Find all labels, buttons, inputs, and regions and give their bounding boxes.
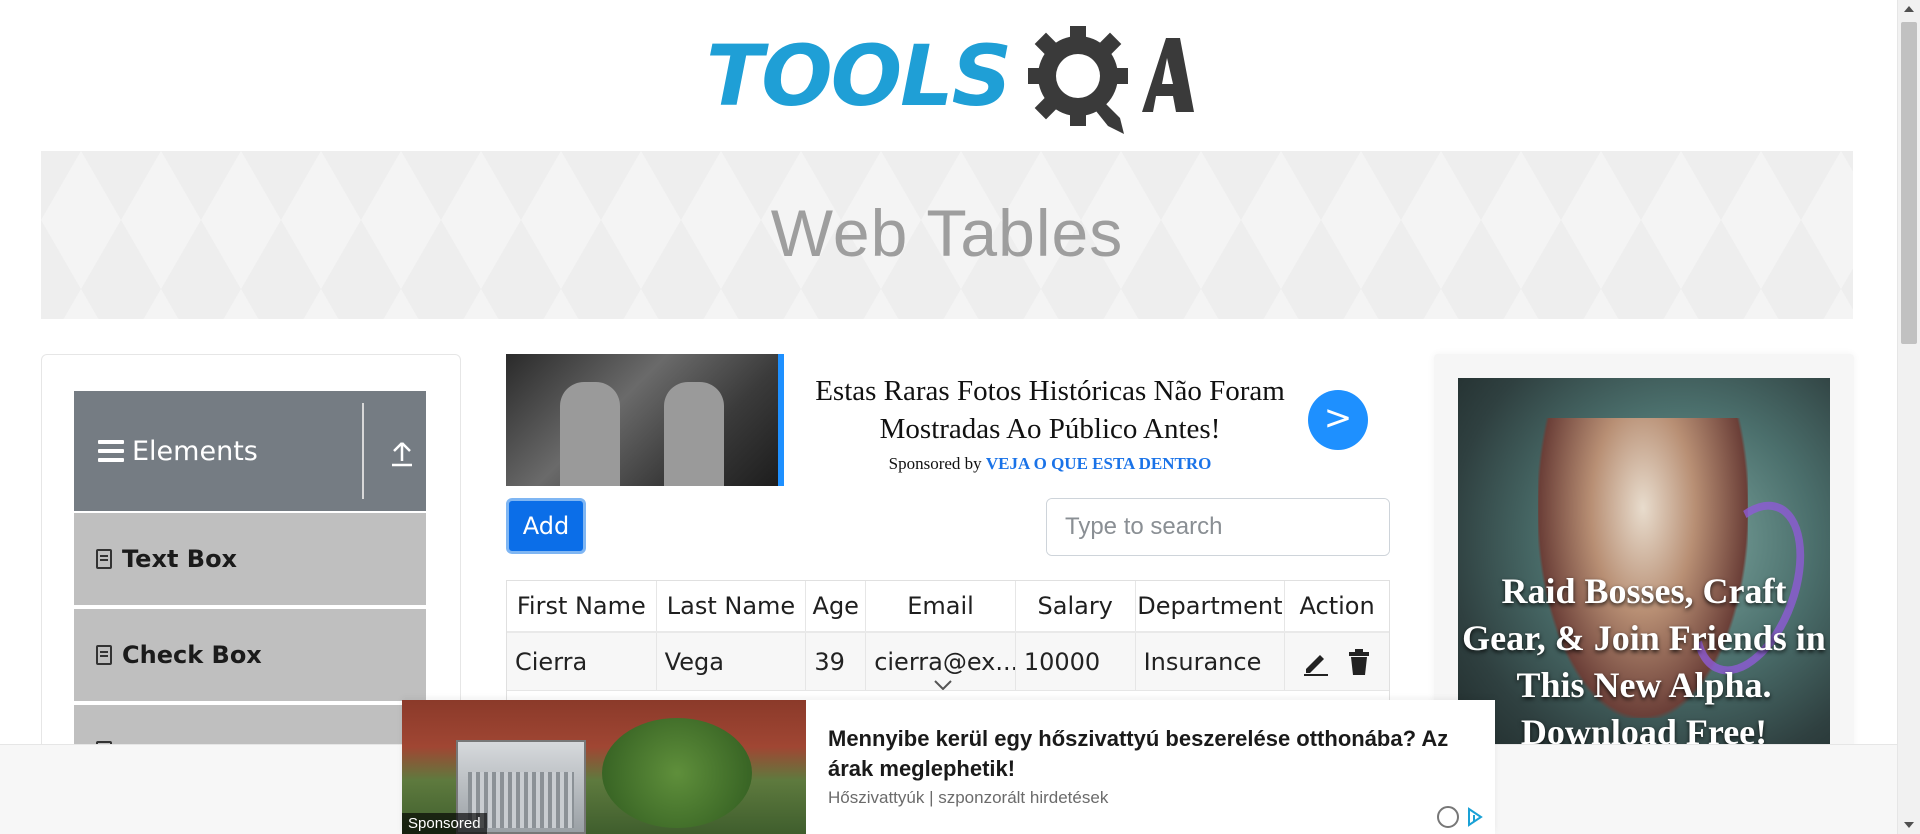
- add-button[interactable]: Add: [506, 498, 586, 554]
- column-header-action[interactable]: Action: [1285, 581, 1389, 631]
- column-header-department[interactable]: Department: [1136, 581, 1286, 631]
- ad-title: Mennyibe kerül egy hőszivattyú beszerelé…: [828, 726, 1449, 781]
- search-box: [1046, 498, 1390, 556]
- sidebar-item-text-box[interactable]: Text Box: [74, 513, 426, 607]
- ad-headline: Estas Raras Fotos Históricas Não Foram M…: [815, 375, 1285, 445]
- html5-icon: [96, 549, 112, 569]
- column-header-last-name[interactable]: Last Name: [657, 581, 807, 631]
- sidebar: Elements Text Box Check Box: [41, 354, 461, 799]
- scroll-down-icon[interactable]: [1904, 822, 1914, 828]
- sidebar-group-label: Elements: [132, 435, 258, 467]
- logo-brand-text: TOOLS: [706, 27, 1012, 125]
- ad-sponsor-name: VEJA O QUE ESTA DENTRO: [985, 454, 1212, 473]
- cell-department: Insurance: [1136, 633, 1286, 690]
- right-advertisement[interactable]: Raid Bosses, Craft Gear, & Join Friends …: [1434, 354, 1854, 784]
- top-advertisement[interactable]: Estas Raras Fotos Históricas Não Foram M…: [506, 354, 1390, 486]
- cell-last-name: Vega: [657, 633, 807, 690]
- sidebar-item-check-box[interactable]: Check Box: [74, 609, 426, 703]
- ad-right-text: Raid Bosses, Craft Gear, & Join Friends …: [1462, 571, 1826, 752]
- table-header: First Name Last Name Age Email Salary De…: [507, 581, 1389, 633]
- privacy-icon[interactable]: [1437, 806, 1459, 828]
- bottom-advertisement[interactable]: Sponsored Mennyibe kerül egy hőszivattyú…: [402, 700, 1495, 834]
- cell-salary: 10000: [1016, 633, 1136, 690]
- scroll-thumb[interactable]: [1901, 22, 1917, 344]
- cell-first-name: Cierra: [507, 633, 657, 690]
- ad-icons: [1437, 806, 1485, 828]
- ad-photo: [506, 354, 784, 486]
- page-scrollbar[interactable]: [1897, 0, 1920, 834]
- search-input[interactable]: [1047, 499, 1389, 555]
- chevron-down-icon[interactable]: [934, 680, 952, 690]
- sponsored-tag: Sponsored: [402, 813, 487, 834]
- hamburger-icon: [98, 440, 124, 462]
- ad-next-button[interactable]: >: [1308, 390, 1368, 450]
- column-header-salary[interactable]: Salary: [1016, 581, 1136, 631]
- ad-sponsored-prefix: Sponsored by: [888, 454, 982, 473]
- page-banner: Web Tables: [41, 151, 1853, 319]
- scroll-up-icon[interactable]: [1904, 6, 1914, 12]
- column-header-age[interactable]: Age: [806, 581, 867, 631]
- html5-icon: [96, 645, 112, 665]
- logo-gear-icon: [1028, 26, 1194, 134]
- toolsqa-logo[interactable]: TOOLS: [706, 22, 1194, 134]
- edit-icon[interactable]: [1300, 647, 1330, 677]
- adchoices-icon[interactable]: [1465, 807, 1485, 827]
- sidebar-item-label: Check Box: [122, 641, 262, 669]
- ad-photo: Sponsored: [402, 700, 806, 834]
- ad-sponsor-line: Sponsored by VEJA O QUE ESTA DENTRO: [790, 454, 1310, 474]
- sidebar-item-label: Text Box: [122, 545, 238, 573]
- delete-icon[interactable]: [1344, 647, 1374, 677]
- column-header-first-name[interactable]: First Name: [507, 581, 657, 631]
- collapse-icon[interactable]: [390, 439, 414, 467]
- ad-source: Hőszivattyúk | szponzorált hirdetések: [828, 788, 1109, 807]
- page-title: Web Tables: [770, 196, 1124, 270]
- cell-actions: [1285, 633, 1389, 690]
- cell-age: 39: [806, 633, 867, 690]
- header-divider: [362, 403, 364, 499]
- ad-game-art: Raid Bosses, Craft Gear, & Join Friends …: [1458, 378, 1830, 784]
- column-header-email[interactable]: Email: [866, 581, 1016, 631]
- sidebar-group-elements[interactable]: Elements: [74, 391, 426, 511]
